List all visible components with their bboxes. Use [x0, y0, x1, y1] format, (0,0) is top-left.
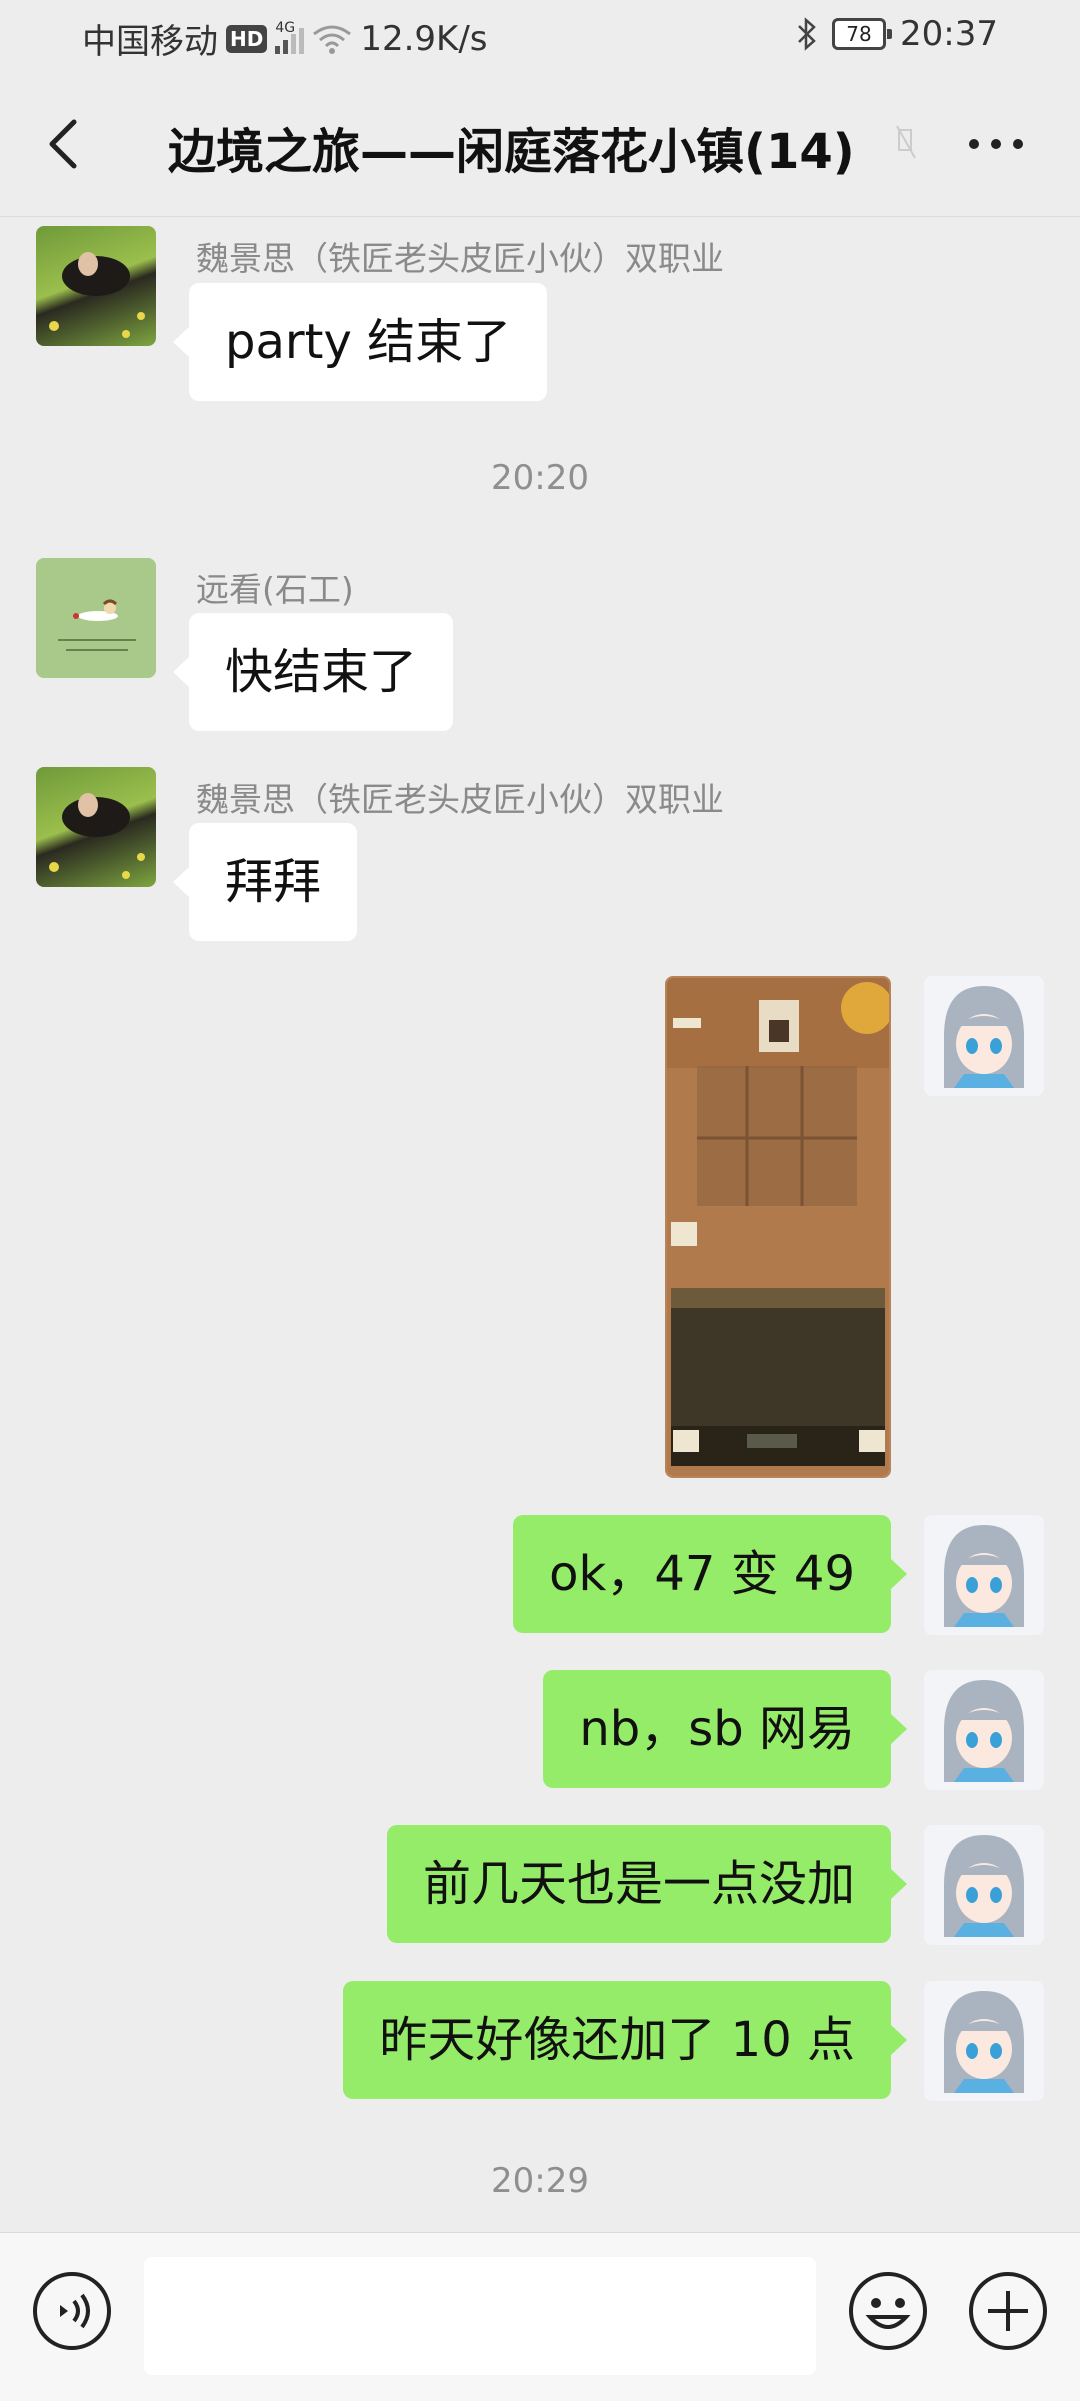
network-speed: 12.9K/s [360, 18, 488, 59]
message-bubble[interactable]: 快结束了 [172, 613, 454, 731]
my-avatar[interactable] [924, 1981, 1044, 2101]
back-arrow-icon[interactable] [34, 112, 98, 176]
chat-header: 边境之旅——闲庭落花小镇(14) [0, 72, 1080, 217]
signal-icon: 4G [275, 20, 305, 54]
more-options-icon[interactable] [960, 112, 1032, 176]
message-bubble[interactable]: 拜拜 [172, 823, 358, 941]
carrier-label: 中国移动 [82, 22, 218, 62]
emoji-icon[interactable] [846, 2269, 930, 2353]
battery-icon: 78 [832, 18, 893, 50]
sender-name: 魏景思（铁匠老头皮匠小伙）双职业 [196, 780, 724, 819]
input-bar [0, 2232, 1080, 2401]
my-avatar[interactable] [924, 1670, 1044, 1790]
timestamp: 20:20 [491, 458, 589, 498]
status-left: 中国移动 HD 4G 12.9K/s [82, 14, 488, 63]
sender-name: 魏景思（铁匠老头皮匠小伙）双职业 [196, 239, 724, 278]
avatar[interactable] [36, 558, 156, 678]
mute-bell-icon [896, 125, 916, 159]
my-avatar[interactable] [924, 1825, 1044, 1945]
sender-name: 远看(石工) [196, 570, 354, 609]
my-avatar[interactable] [924, 976, 1044, 1096]
avatar[interactable] [36, 226, 156, 346]
bluetooth-icon [798, 17, 816, 51]
avatar[interactable] [36, 767, 156, 887]
plus-icon[interactable] [966, 2269, 1050, 2353]
network-type-label: 4G [275, 19, 296, 36]
status-right: 78 20:37 [796, 14, 998, 54]
game-screenshot-thumbnail [667, 978, 889, 1476]
image-message[interactable] [665, 976, 891, 1478]
message-bubble[interactable]: ok，47 变 49 [513, 1515, 907, 1633]
message-input[interactable] [144, 2257, 816, 2375]
wifi-icon [313, 25, 352, 54]
message-bubble[interactable]: party 结束了 [172, 283, 548, 401]
message-bubble[interactable]: nb，sb 网易 [543, 1670, 907, 1788]
hd-badge: HD [226, 24, 268, 53]
my-avatar[interactable] [924, 1515, 1044, 1635]
message-bubble[interactable]: 昨天好像还加了 10 点 [343, 1981, 907, 2099]
chat-title: 边境之旅——闲庭落花小镇(14) [168, 124, 855, 180]
voice-input-icon[interactable] [30, 2269, 114, 2353]
message-bubble[interactable]: 前几天也是一点没加 [386, 1825, 908, 1943]
clock: 20:37 [900, 14, 998, 54]
status-bar: 中国移动 HD 4G 12.9K/s 78 20:37 [0, 0, 1080, 72]
timestamp: 20:29 [491, 2161, 589, 2201]
